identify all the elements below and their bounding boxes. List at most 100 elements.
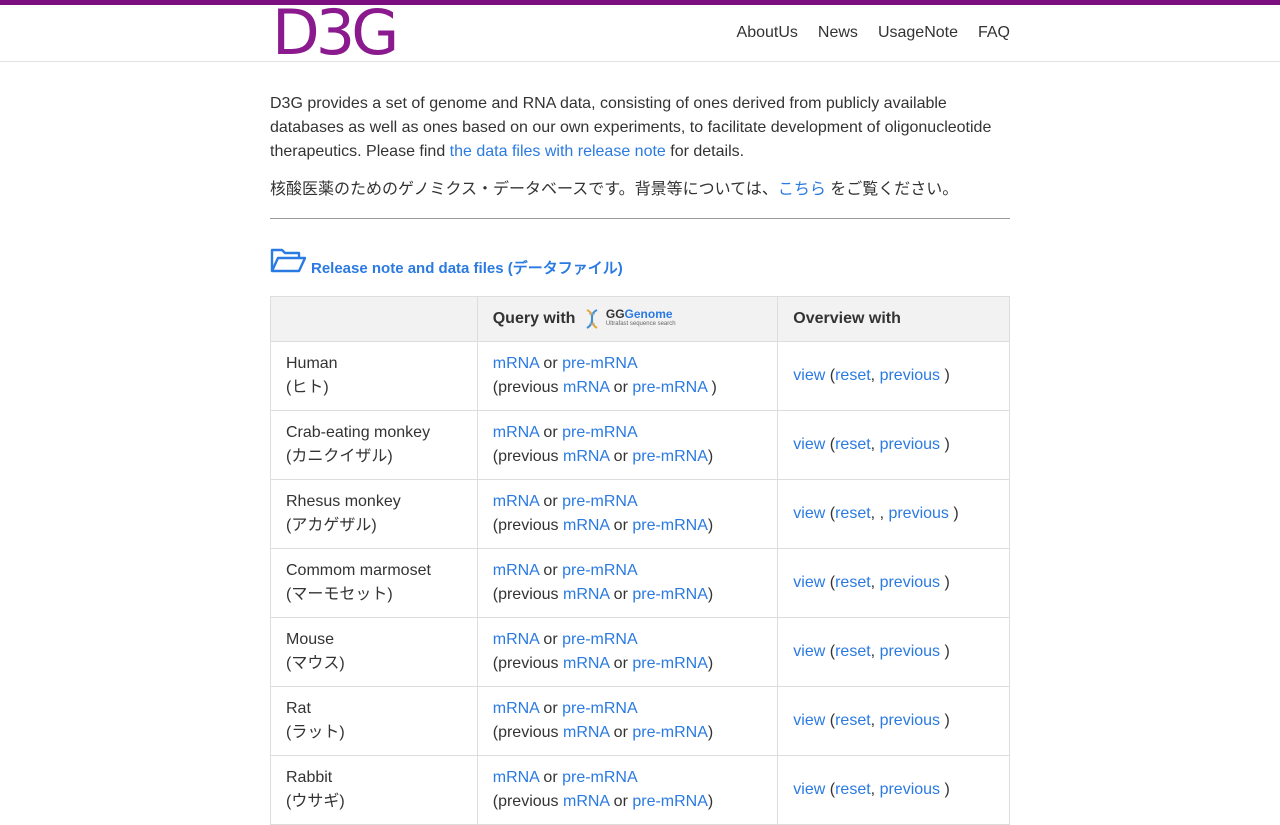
mrna-link[interactable]: mRNA [493,562,539,579]
species-cell: Rabbit (ウサギ) [270,755,478,825]
species-name-ja: (マーモセット) [286,586,393,603]
reset-link[interactable]: reset [835,643,871,660]
species-cell: Crab-eating monkey (カニクイザル) [270,410,478,480]
release-note-link[interactable]: the data files with release note [450,143,666,160]
view-link[interactable]: view [793,367,825,384]
species-name: Rat [286,700,311,717]
reset-link[interactable]: reset [835,712,871,729]
ja-text: 核酸医薬のためのゲノミクス・データベースです。背景等については、 [270,181,778,198]
query-cell: mRNA or pre-mRNA (previous mRNA or pre-mR… [476,548,779,618]
header-query: Query with GGGenome Ultrafast sequence s… [476,296,779,342]
pre-mrna-link[interactable]: pre-mRNA [562,562,638,579]
species-name: Human [286,355,338,372]
pre-mrna-link[interactable]: pre-mRNA [562,631,638,648]
species-name-ja: (マウス) [286,655,345,672]
species-name-ja: (カニクイザル) [286,448,393,465]
previous-mrna-link[interactable]: mRNA [563,379,609,396]
previous-link[interactable]: previous [880,781,940,798]
nav-aboutus[interactable]: AboutUs [737,24,798,42]
view-link[interactable]: view [793,781,825,798]
pre-mrna-link[interactable]: pre-mRNA [562,424,638,441]
or-text: or [538,493,563,510]
nav-usagenote[interactable]: UsageNote [878,24,958,42]
mrna-link[interactable]: mRNA [493,493,539,510]
comma: , [870,436,880,453]
or-text: or [609,379,633,396]
species-name-ja: (アカゲザル) [286,517,377,534]
open-paren: ( [825,712,836,729]
pre-mrna-link[interactable]: pre-mRNA [562,769,638,786]
ggenome-logo[interactable]: GGGenome Ultrafast sequence search [582,308,676,329]
species-cell: Rat (ラット) [270,686,478,756]
previous-mrna-link[interactable]: mRNA [563,586,609,603]
header-query-label: Query with [492,310,576,328]
pre-mrna-link[interactable]: pre-mRNA [562,493,638,510]
previous-mrna-link[interactable]: mRNA [563,724,609,741]
previous-link[interactable]: previous [880,574,940,591]
previous-link[interactable]: previous [880,712,940,729]
previous-mrna-link[interactable]: mRNA [563,448,609,465]
previous-pre-mrna-link[interactable]: pre-mRNA [632,724,708,741]
d3g-logo[interactable]: D3G [272,2,399,64]
nav-faq[interactable]: FAQ [978,24,1010,42]
intro-japanese: 核酸医薬のためのゲノミクス・データベースです。背景等については、こちら をご覧く… [270,178,1010,202]
previous-pre-mrna-link[interactable]: pre-mRNA [632,586,708,603]
header-overview: Overview with [777,296,1010,342]
previous-mrna-link[interactable]: mRNA [563,655,609,672]
query-cell: mRNA or pre-mRNA (previous mRNA or pre-mR… [476,686,779,756]
close-paren: ) [707,793,714,810]
comma: , [870,574,880,591]
previous-pre-mrna-link[interactable]: pre-mRNA [632,655,708,672]
pre-mrna-link[interactable]: pre-mRNA [562,355,638,372]
view-link[interactable]: view [793,712,825,729]
pre-mrna-link[interactable]: pre-mRNA [562,700,638,717]
view-link[interactable]: view [793,574,825,591]
previous-mrna-link[interactable]: mRNA [563,517,609,534]
query-cell: mRNA or pre-mRNA (previous mRNA or pre-mR… [476,410,779,480]
previous-pre-mrna-link[interactable]: pre-mRNA [632,793,708,810]
previous-link[interactable]: previous [880,436,940,453]
previous-pre-mrna-link[interactable]: pre-mRNA [632,517,708,534]
species-name: Commom marmoset [286,562,431,579]
reset-link[interactable]: reset [835,781,871,798]
query-cell: mRNA or pre-mRNA (previous mRNA or pre-mR… [476,479,779,549]
or-text: or [609,586,633,603]
release-note-section-link[interactable]: Release note and data files (データファイル) [311,260,623,278]
mrna-link[interactable]: mRNA [493,700,539,717]
open-paren: ( [825,781,836,798]
species-name: Rabbit [286,769,333,786]
mrna-link[interactable]: mRNA [493,355,539,372]
mrna-link[interactable]: mRNA [493,631,539,648]
previous-link[interactable]: previous [880,367,940,384]
close-paren: ) [940,781,950,798]
close-paren: ) [707,724,714,741]
reset-link[interactable]: reset [835,505,871,522]
species-cell: Mouse (マウス) [270,617,478,687]
previous-mrna-link[interactable]: mRNA [563,793,609,810]
previous-label: (previous [492,793,563,810]
view-link[interactable]: view [793,643,825,660]
close-paren: ) [707,448,714,465]
mrna-link[interactable]: mRNA [493,424,539,441]
comma: , [870,367,880,384]
species-name: Rhesus monkey [286,493,401,510]
close-paren: ) [940,574,950,591]
view-link[interactable]: view [793,436,825,453]
or-text: or [538,769,563,786]
previous-link[interactable]: previous [888,505,948,522]
previous-pre-mrna-link[interactable]: pre-mRNA [632,448,708,465]
previous-link[interactable]: previous [880,643,940,660]
open-paren: ( [825,436,836,453]
comma: , [870,712,880,729]
reset-link[interactable]: reset [835,574,871,591]
reset-link[interactable]: reset [835,367,871,384]
query-cell: mRNA or pre-mRNA (previous mRNA or pre-mR… [476,617,779,687]
mrna-link[interactable]: mRNA [493,769,539,786]
or-text: or [538,355,563,372]
species-name-ja: (ラット) [286,724,345,741]
previous-pre-mrna-link[interactable]: pre-mRNA [632,379,707,396]
kochira-link[interactable]: こちら [778,181,826,198]
reset-link[interactable]: reset [835,436,871,453]
view-link[interactable]: view [793,505,825,522]
nav-news[interactable]: News [818,24,858,42]
